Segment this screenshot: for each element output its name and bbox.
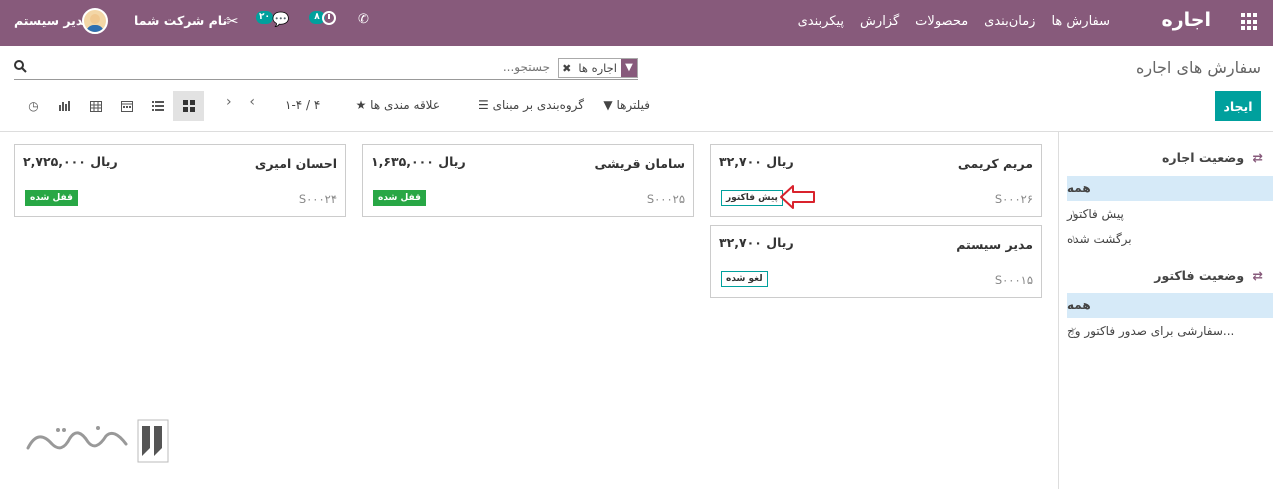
- card-amount: ۱,۶۳۵,۰۰۰ ریال: [371, 154, 466, 169]
- create-button[interactable]: ایجاد: [1215, 91, 1261, 121]
- rental-status-heading: وضعیت اجاره ⇄: [1162, 150, 1263, 165]
- status-badge: لغو شده: [721, 271, 768, 287]
- search-facet: ▼ اجاره ها ✖: [558, 58, 638, 78]
- refresh-icon: ⇄: [1252, 150, 1263, 165]
- filter-icon: ▼: [621, 59, 637, 77]
- search-options: ▼ فیلترها ☰ گروه‌بندی بر مبنای ★ علاقه م…: [350, 98, 650, 116]
- main-menu: سفارش ها زمان‌بندی محصولات گزارش پیکربند…: [798, 14, 1110, 29]
- menu-orders[interactable]: سفارش ها: [1051, 14, 1110, 29]
- section-label: وضعیت فاکتور: [1154, 268, 1245, 283]
- pager-arrows: › ‹: [226, 94, 255, 110]
- messages-badge: ۲۰: [256, 11, 273, 24]
- status-badge: قفل شده: [25, 190, 78, 206]
- clock-icon[interactable]: [322, 11, 336, 25]
- sidebar-item-label: همه: [1067, 298, 1091, 312]
- card-customer: مدیر سیستم: [956, 237, 1033, 252]
- sidebar-item-count: ۱: [1071, 209, 1077, 220]
- card-amount: ۳۲,۷۰۰ ریال: [719, 154, 794, 169]
- sidebar-item-quotation[interactable]: پیش فاکتور ۱: [1067, 202, 1273, 227]
- list-view-icon[interactable]: [142, 91, 173, 121]
- sidebar-item-to-invoice[interactable]: سفارشی برای صدور فاکتور وج... ۲: [1067, 319, 1273, 344]
- card-customer: سامان قریشی: [594, 156, 685, 171]
- search-icon[interactable]: [14, 60, 27, 77]
- groupby-button[interactable]: ☰ گروه‌بندی بر مبنای: [478, 98, 584, 112]
- facet-label: اجاره ها: [578, 61, 617, 75]
- page-title: سفارش های اجاره: [1136, 58, 1261, 77]
- favorites-button[interactable]: ★ علاقه مندی ها: [356, 98, 440, 112]
- app-brand: اجاره: [1161, 9, 1212, 31]
- kanban-card[interactable]: مدیر سیستم ۳۲,۷۰۰ ریال S۰۰۰۱۵ لغو شده: [710, 225, 1042, 298]
- sidebar-item-all-rental[interactable]: همه: [1067, 176, 1273, 201]
- company-switcher[interactable]: نام شرکت شما: [134, 13, 227, 28]
- search-panel: وضعیت اجاره ⇄ همه پیش فاکتور ۱ برگشت شده…: [1058, 132, 1273, 489]
- avatar[interactable]: [82, 8, 108, 34]
- user-name[interactable]: مدیر سیستم: [14, 13, 91, 28]
- sidebar-item-count: ۱: [1071, 234, 1077, 245]
- sidebar-item-label: سفارشی برای صدور فاکتور وج...: [1067, 324, 1235, 338]
- close-icon[interactable]: ✖: [559, 62, 574, 75]
- filters-label: فیلترها: [616, 98, 650, 112]
- invoice-status-heading: وضعیت فاکتور ⇄: [1154, 268, 1263, 283]
- view-switcher: ◷: [18, 91, 204, 121]
- pager-value[interactable]: ۱-۴ / ۴: [285, 98, 320, 112]
- sidebar-item-label: برگشت شده: [1067, 232, 1132, 246]
- menu-configuration[interactable]: پیکربندی: [798, 14, 844, 29]
- chevron-right-icon[interactable]: ›: [226, 94, 232, 110]
- top-navbar: اجاره سفارش ها زمان‌بندی محصولات گزارش پ…: [0, 0, 1273, 46]
- kanban-view-icon[interactable]: [173, 91, 204, 121]
- card-reference: S۰۰۰۲۶: [994, 192, 1033, 206]
- graph-view-icon[interactable]: [49, 91, 80, 121]
- calendar-view-icon[interactable]: [111, 91, 142, 121]
- card-customer: مریم کریمی: [957, 156, 1033, 171]
- card-reference: S۰۰۰۲۴: [298, 192, 337, 206]
- section-label: وضعیت اجاره: [1162, 150, 1245, 165]
- sidebar-item-label: همه: [1067, 181, 1091, 195]
- card-amount: ۳۲,۷۰۰ ریال: [719, 235, 794, 250]
- chat-icon[interactable]: 💬: [272, 12, 289, 28]
- status-badge: قفل شده: [373, 190, 426, 206]
- favorites-label: علاقه مندی ها: [370, 98, 440, 112]
- groupby-label: گروه‌بندی بر مبنای: [492, 98, 584, 112]
- menu-reporting[interactable]: گزارش: [860, 14, 899, 29]
- kanban-card[interactable]: مریم کریمی ۳۲,۷۰۰ ریال S۰۰۰۲۶ پیش فاکتور: [710, 144, 1042, 217]
- card-reference: S۰۰۰۱۵: [994, 273, 1033, 287]
- phone-icon[interactable]: ✆: [358, 12, 369, 27]
- refresh-icon: ⇄: [1252, 268, 1263, 283]
- annotation-arrow-icon: [780, 185, 815, 209]
- menu-products[interactable]: محصولات: [915, 14, 968, 29]
- sidebar-item-returned[interactable]: برگشت شده ۱: [1067, 227, 1273, 252]
- chevron-left-icon[interactable]: ‹: [249, 94, 255, 110]
- sidebar-item-count: ۲: [1071, 326, 1077, 337]
- sidebar-item-all-invoice[interactable]: همه: [1067, 293, 1273, 318]
- watermark-logo: [26, 419, 169, 463]
- search-bar: ▼ اجاره ها ✖: [14, 57, 638, 80]
- apps-icon[interactable]: [1241, 13, 1259, 31]
- status-badge: پیش فاکتور: [721, 190, 783, 206]
- card-reference: S۰۰۰۲۵: [646, 192, 685, 206]
- search-input[interactable]: [350, 60, 550, 74]
- card-amount: ۲,۷۲۵,۰۰۰ ریال: [23, 154, 118, 169]
- pivot-view-icon[interactable]: [80, 91, 111, 121]
- kanban-card[interactable]: سامان قریشی ۱,۶۳۵,۰۰۰ ریال S۰۰۰۲۵ قفل شد…: [362, 144, 694, 217]
- filters-button[interactable]: ▼ فیلترها: [603, 98, 650, 112]
- menu-schedule[interactable]: زمان‌بندی: [984, 14, 1035, 29]
- kanban-card[interactable]: احسان امیری ۲,۷۲۵,۰۰۰ ریال S۰۰۰۲۴ قفل شد…: [14, 144, 346, 217]
- card-customer: احسان امیری: [254, 156, 337, 171]
- tools-icon[interactable]: ✂: [226, 12, 239, 30]
- activity-view-icon[interactable]: ◷: [18, 91, 49, 121]
